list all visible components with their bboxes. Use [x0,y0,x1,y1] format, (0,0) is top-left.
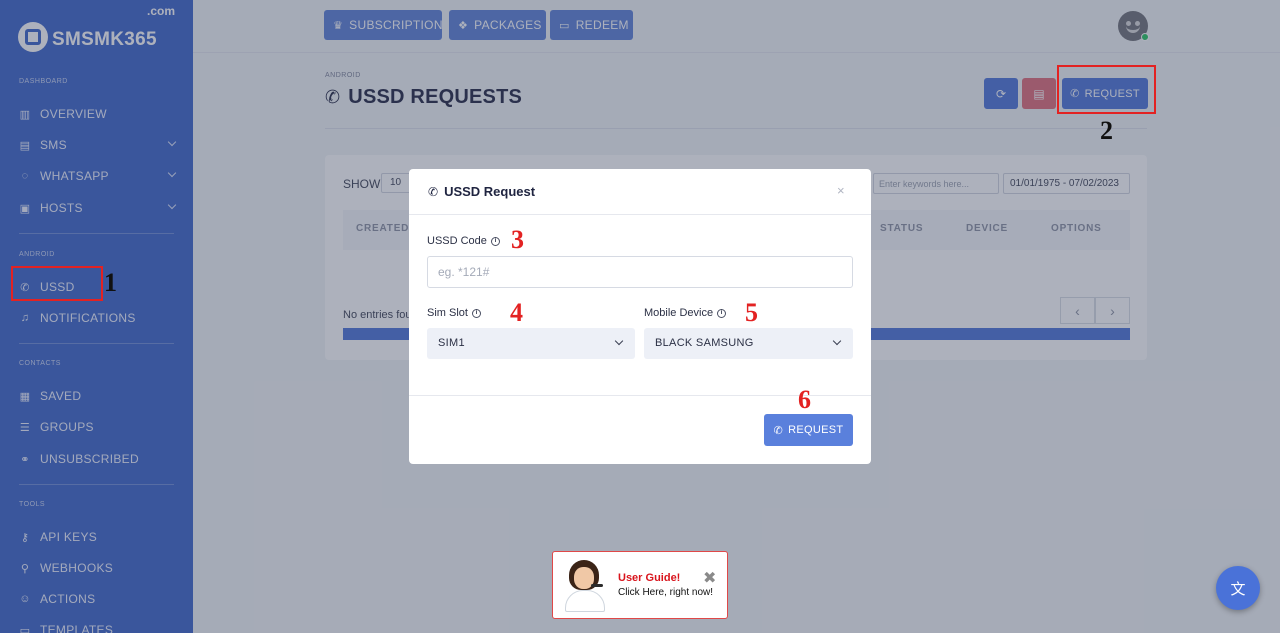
annotation-number-4: 4 [510,298,523,327]
mobile-device-label-text: Mobile Device [644,307,714,319]
annotation-number-5: 5 [745,298,758,327]
info-icon[interactable]: i [471,308,481,318]
ussd-code-label-text: USSD Code [427,235,487,247]
chevron-down-icon [614,336,624,346]
user-guide-title: User Guide! [618,572,681,584]
user-guide-subtitle: Click Here, right now! [618,587,714,598]
info-icon[interactable]: i [717,308,727,318]
annotation-box-1 [11,266,103,301]
annotation-number-6: 6 [798,385,811,414]
annotation-number-1: 1 [104,268,117,297]
mobile-device-value: BLACK SAMSUNG [655,337,754,349]
ussd-icon: ✆ [428,184,439,199]
support-agent-avatar [563,560,609,612]
sim-slot-label: Sim Slot i [427,307,481,319]
close-icon[interactable]: ✖ [703,568,716,588]
annotation-number-2: 2 [1100,116,1113,145]
modal-title-text: USSD Request [444,184,536,199]
submit-request-button[interactable]: ✆ REQUEST [764,414,853,446]
annotation-number-3: 3 [511,225,524,254]
sim-slot-label-text: Sim Slot [427,307,468,319]
translate-button[interactable]: 文 [1216,566,1260,610]
mobile-device-select[interactable]: BLACK SAMSUNG [644,328,853,359]
modal-header: ✆ USSD Request × [409,169,871,215]
info-icon[interactable]: i [490,236,500,246]
translate-icon: 文 [1230,580,1246,598]
user-guide-widget[interactable]: User Guide! Click Here, right now! ✖ [552,551,728,619]
sim-slot-select[interactable]: SIM1 [427,328,635,359]
submit-request-label: REQUEST [788,424,844,436]
sim-slot-value: SIM1 [438,337,465,349]
ussd-code-input[interactable] [427,256,853,288]
close-icon[interactable]: × [837,183,845,198]
mobile-device-label: Mobile Device i [644,307,727,319]
ussd-request-modal: ✆ USSD Request × USSD Code i 3 Sim Slot … [409,169,871,464]
modal-title: ✆ USSD Request [428,184,535,199]
chevron-down-icon [832,336,842,346]
ussd-icon: ✆ [773,424,784,437]
ussd-code-label: USSD Code i [427,235,500,247]
annotation-box-2 [1057,65,1156,114]
